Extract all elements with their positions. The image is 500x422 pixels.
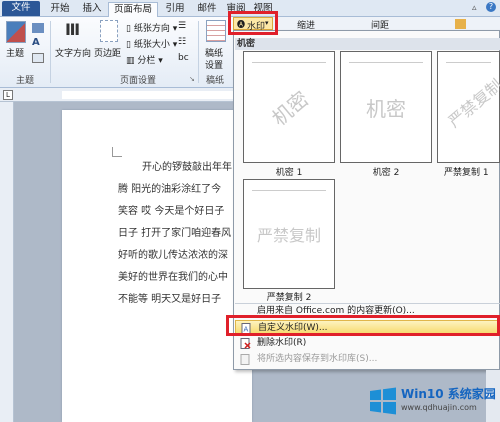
thumb-label: 严禁复制 2 xyxy=(266,293,312,303)
vertical-ruler xyxy=(0,102,14,422)
tab-file[interactable]: 文件 xyxy=(2,1,40,16)
logo-brand: Win10 系统家园 xyxy=(401,387,496,401)
margins-button[interactable]: 页边距 xyxy=(94,20,124,70)
orientation-label: 纸张方向 xyxy=(133,24,170,34)
columns-label: 分栏 xyxy=(137,56,156,66)
theme-colors-icon[interactable] xyxy=(32,23,44,33)
margins-label: 页边距 xyxy=(94,49,122,59)
tab-insert[interactable]: 插入 xyxy=(76,2,108,17)
watermark-thumb-do-not-copy-1[interactable]: 严禁复制 xyxy=(437,51,500,163)
theme-fonts-icon[interactable]: A xyxy=(32,37,40,48)
highlight-custom-watermark xyxy=(226,315,500,336)
tab-page-layout[interactable]: 页面布局 xyxy=(108,2,158,18)
remove-watermark-icon xyxy=(240,338,251,349)
save-to-gallery-icon xyxy=(240,354,250,365)
orientation-button[interactable]: ▯ 纸张方向 ▾ xyxy=(126,21,177,34)
columns-button[interactable]: ▥ 分栏 ▾ xyxy=(126,53,163,66)
site-logo: Win10 系统家园 www.qdhuajin.com xyxy=(368,383,498,420)
tab-selector-icon[interactable]: L xyxy=(3,90,13,100)
logo-url: www.qdhuajin.com xyxy=(401,403,477,412)
thumb-label: 严禁复制 1 xyxy=(444,168,489,178)
document-line: 开心的锣鼓敲出年年 xyxy=(142,162,232,173)
watermark-thumb-text: 机密 xyxy=(266,86,313,131)
menu-item-label: 删除水印(R) xyxy=(257,338,307,348)
menu-item-remove-watermark[interactable]: 删除水印(R) xyxy=(235,336,500,351)
watermark-thumb-confidential-1[interactable]: 机密 xyxy=(243,51,335,163)
group-label-manuscript: 稿纸 xyxy=(205,76,224,86)
watermark-thumb-text: 机密 xyxy=(366,96,406,121)
size-button[interactable]: ▯ 纸张大小 ▾ xyxy=(126,37,177,50)
menu-item-save-selection[interactable]: 将所选内容保存到水印库(S)... xyxy=(235,352,500,367)
menu-item-label: 将所选内容保存到水印库(S)... xyxy=(257,354,378,364)
text-direction-icon: Ⅲ xyxy=(65,20,81,39)
group-label-page-setup: 页面设置 xyxy=(119,76,156,86)
dialog-launcher-icon[interactable]: ↘ xyxy=(189,75,195,83)
windows-logo-icon xyxy=(370,387,396,415)
orientation-icon: ▯ xyxy=(126,24,134,34)
manuscript-label-2: 设置 xyxy=(205,61,224,71)
thumb-label: 机密 2 xyxy=(372,168,400,178)
document-line: 不能等 明天又是好日子 xyxy=(118,294,222,305)
tab-mailings[interactable]: 邮件 xyxy=(192,2,222,17)
theme-button[interactable]: 主题 xyxy=(6,21,28,69)
text-direction-label: 文字方向 xyxy=(55,49,92,59)
crop-mark xyxy=(112,147,122,157)
document-line: 好听的歌儿传达浓浓的深 xyxy=(118,250,228,261)
watermark-thumb-do-not-copy-2[interactable]: 严禁复制 xyxy=(243,179,335,289)
size-label: 纸张大小 xyxy=(133,40,170,50)
help-icon[interactable]: ? xyxy=(486,2,496,12)
tab-references[interactable]: 引用 xyxy=(160,2,190,17)
watermark-thumb-text: 严禁复制 xyxy=(256,226,321,245)
margins-icon xyxy=(100,20,118,42)
columns-icon: ▥ xyxy=(126,56,138,66)
document-page[interactable] xyxy=(62,110,252,422)
watermark-thumb-confidential-2[interactable]: 机密 xyxy=(340,51,432,163)
text-direction-button[interactable]: Ⅲ 文字方向 xyxy=(55,20,93,70)
manuscript-icon xyxy=(206,20,226,42)
theme-icon xyxy=(6,21,26,43)
line-numbers-icon[interactable]: ☷ xyxy=(178,37,186,47)
arrange-icon[interactable] xyxy=(455,19,466,29)
theme-effects-icon[interactable] xyxy=(32,53,44,63)
group-divider xyxy=(198,21,199,83)
group-divider xyxy=(50,21,51,83)
document-line: 腾 阳光的油彩涂红了今 xyxy=(118,184,222,195)
thumb-label: 机密 1 xyxy=(275,168,303,178)
theme-label: 主题 xyxy=(6,49,25,59)
group-label-theme: 主题 xyxy=(15,76,34,86)
horizontal-ruler xyxy=(0,88,240,102)
highlight-watermark-button xyxy=(228,11,278,35)
breaks-icon[interactable]: ☰ xyxy=(178,21,186,31)
size-icon: ▯ xyxy=(126,40,134,50)
document-line: 日子 打开了家门咱迎春风 xyxy=(118,228,232,239)
hyphenation-icon[interactable]: bc xyxy=(178,53,189,63)
document-line: 笑容 哎 今天是个好日子 xyxy=(118,206,225,217)
minimize-ribbon-icon[interactable]: ▵ xyxy=(472,3,477,13)
tab-home[interactable]: 开始 xyxy=(44,2,76,17)
document-line: 美好的世界在我们的心中 xyxy=(118,272,228,283)
